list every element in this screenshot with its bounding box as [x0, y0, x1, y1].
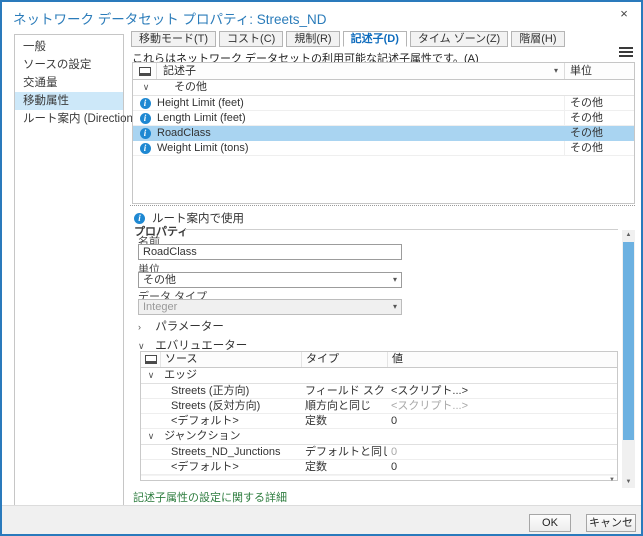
- evaluator-type: 定数: [301, 414, 387, 428]
- scroll-down-icon[interactable]: ▼: [609, 477, 615, 483]
- tab-restrictions[interactable]: 規制(R): [286, 31, 339, 47]
- sidebar-item-general[interactable]: 一般: [15, 38, 123, 56]
- evaluator-value: 0: [387, 414, 617, 428]
- chevron-expanded-icon[interactable]: ∨: [133, 80, 159, 95]
- group-label: エッジ: [164, 369, 197, 381]
- evaluator-group-junctions[interactable]: ∨ ジャンクション: [141, 429, 617, 445]
- descriptor-column-label: 記述子: [163, 65, 196, 77]
- table-row[interactable]: <デフォルト> 定数 0: [141, 414, 617, 429]
- evaluator-type: 順方向と同じ: [301, 399, 387, 413]
- info-icon: i: [133, 96, 157, 110]
- info-icon: i: [133, 111, 157, 125]
- tab-descriptors[interactable]: 記述子(D): [343, 31, 407, 47]
- evaluator-table: ソース タイプ 値 ∨ エッジ Streets (正方向) フィールド スクリプ…: [140, 351, 618, 481]
- value-column-header[interactable]: 値: [387, 352, 617, 367]
- evaluator-type: 定数: [301, 460, 387, 474]
- tab-travel-modes[interactable]: 移動モード(T): [131, 31, 216, 47]
- sidebar-item-directions[interactable]: ルート案内 (Directions): [15, 110, 123, 128]
- hamburger-menu-icon[interactable]: [619, 47, 633, 59]
- sidebar-item-travel-attributes[interactable]: 移動属性: [15, 92, 123, 110]
- evaluator-table-header: ソース タイプ 値: [141, 352, 617, 368]
- parameters-section-label: パラメーター: [155, 321, 224, 333]
- group-label: その他: [174, 81, 207, 93]
- tab-costs[interactable]: コスト(C): [219, 31, 283, 47]
- close-icon[interactable]: ×: [616, 6, 632, 21]
- info-icon: i: [134, 213, 145, 224]
- descriptor-name: Height Limit (feet): [157, 96, 564, 110]
- network-dataset-properties-dialog: ネットワーク データセット プロパティ: Streets_ND × 一般 ソース…: [0, 0, 643, 536]
- sidebar-item-source-settings[interactable]: ソースの設定: [15, 56, 123, 74]
- tab-strip: 移動モード(T) コスト(C) 規制(R) 記述子(D) タイム ゾーン(Z) …: [131, 31, 568, 47]
- scrollbar-thumb[interactable]: [623, 242, 634, 440]
- unit-column-header[interactable]: 単位: [564, 63, 634, 79]
- table-row[interactable]: i Weight Limit (tons) その他: [133, 141, 634, 156]
- display-icon: [133, 63, 157, 79]
- datatype-select: Integer ▾: [138, 299, 402, 315]
- chevron-down-icon[interactable]: ▾: [554, 63, 558, 79]
- chevron-down-icon: ▾: [393, 300, 397, 314]
- evaluator-source: <デフォルト>: [161, 414, 301, 428]
- type-column-header[interactable]: タイプ: [301, 352, 387, 367]
- ok-button[interactable]: OK: [529, 514, 571, 532]
- cancel-button[interactable]: キャンセル: [586, 514, 636, 532]
- table-row[interactable]: Streets (正方向) フィールド スクリプト <スクリプト...>: [141, 384, 617, 399]
- descriptor-unit: その他: [564, 96, 634, 110]
- parameters-section-toggle[interactable]: › パラメーター: [138, 318, 224, 334]
- table-row[interactable]: i Height Limit (feet) その他: [133, 96, 634, 111]
- tab-time-zones[interactable]: タイム ゾーン(Z): [410, 31, 508, 47]
- descriptor-unit: その他: [564, 126, 634, 140]
- name-input[interactable]: RoadClass: [138, 244, 402, 260]
- scroll-down-icon[interactable]: ▼: [622, 477, 635, 488]
- descriptor-name: RoadClass: [157, 126, 564, 140]
- divider: [130, 205, 635, 206]
- descriptor-column-header[interactable]: 記述子 ▾: [157, 63, 564, 79]
- chevron-down-icon: ▾: [393, 273, 397, 287]
- divider: [185, 229, 618, 230]
- evaluator-source: <デフォルト>: [161, 460, 301, 474]
- table-row[interactable]: Streets_ND_Junctions デフォルトと同じ 0: [141, 445, 617, 460]
- table-row[interactable]: i Length Limit (feet) その他: [133, 111, 634, 126]
- table-row-selected[interactable]: i RoadClass その他: [133, 126, 634, 141]
- evaluator-type: デフォルトと同じ: [301, 445, 387, 459]
- tab-hierarchy[interactable]: 階層(H): [511, 31, 564, 47]
- chevron-right-icon: ›: [138, 322, 152, 332]
- evaluator-group-edges[interactable]: ∨ エッジ: [141, 368, 617, 384]
- evaluator-source: Streets (反対方向): [161, 399, 301, 413]
- descriptor-table: 記述子 ▾ 単位 ∨ その他 i Height Limit (feet) その他…: [132, 62, 635, 204]
- evaluator-value: 0: [387, 445, 617, 459]
- info-icon: i: [133, 126, 157, 140]
- descriptor-help-link[interactable]: 記述子属性の設定に関する詳細: [133, 489, 287, 505]
- evaluator-table-scroll-strip[interactable]: ▼: [141, 475, 617, 484]
- sidebar: 一般 ソースの設定 交通量 移動属性 ルート案内 (Directions): [14, 34, 124, 507]
- evaluator-source: Streets_ND_Junctions: [161, 445, 301, 459]
- display-icon: [141, 352, 161, 367]
- evaluator-value: <スクリプト...>: [387, 399, 617, 413]
- evaluator-source: Streets (正方向): [161, 384, 301, 398]
- evaluator-type: フィールド スクリプト: [301, 384, 387, 398]
- evaluator-value: 0: [387, 460, 617, 474]
- source-column-header[interactable]: ソース: [161, 352, 301, 367]
- unit-select[interactable]: その他 ▾: [138, 272, 402, 288]
- descriptor-name: Length Limit (feet): [157, 111, 564, 125]
- descriptor-table-header: 記述子 ▾ 単位: [133, 63, 634, 80]
- scroll-up-icon[interactable]: ▲: [622, 230, 635, 241]
- evaluator-value: <スクリプト...>: [387, 384, 617, 398]
- table-row[interactable]: Streets (反対方向) 順方向と同じ <スクリプト...>: [141, 399, 617, 414]
- info-icon: i: [133, 141, 157, 155]
- descriptor-unit: その他: [564, 141, 634, 155]
- group-label: ジャンクション: [164, 430, 240, 442]
- dialog-title: ネットワーク データセット プロパティ: Streets_ND: [13, 8, 326, 28]
- unit-select-value: その他: [143, 274, 176, 286]
- vertical-scrollbar[interactable]: ▲ ▼: [622, 230, 635, 488]
- table-row[interactable]: <デフォルト> 定数 0: [141, 460, 617, 475]
- chevron-expanded-icon: ∨: [141, 368, 161, 383]
- sidebar-item-traffic[interactable]: 交通量: [15, 74, 123, 92]
- chevron-expanded-icon: ∨: [141, 429, 161, 444]
- descriptor-group-other[interactable]: ∨ その他: [133, 80, 634, 96]
- datatype-select-value: Integer: [143, 301, 177, 313]
- descriptor-name: Weight Limit (tons): [157, 141, 564, 155]
- descriptor-unit: その他: [564, 111, 634, 125]
